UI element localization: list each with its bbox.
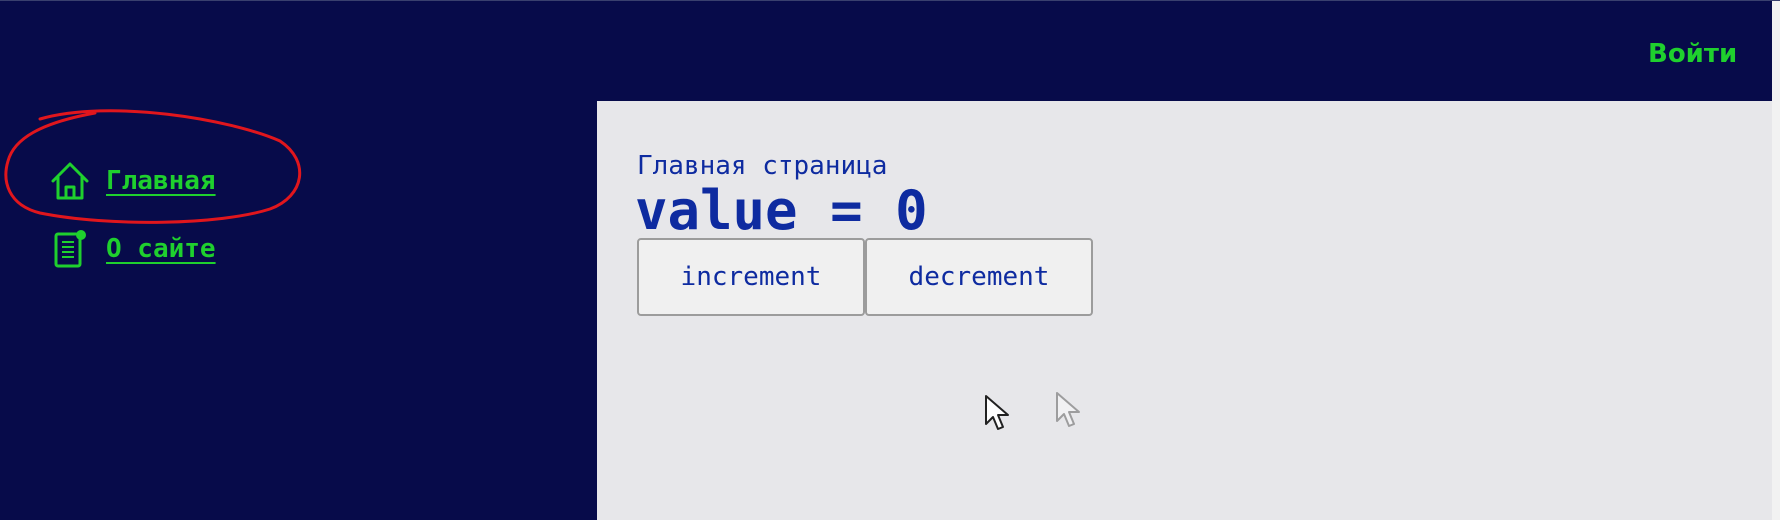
document-icon: [50, 228, 90, 270]
login-link[interactable]: Войти: [1648, 39, 1737, 69]
page-title: Главная страница: [637, 151, 888, 181]
window-edge: [1772, 1, 1780, 520]
button-row: increment decrement: [637, 238, 1093, 316]
app-window: Войти Главная О сайте Главная страница v…: [0, 0, 1780, 520]
counter-value: value = 0: [635, 179, 928, 242]
mouse-cursor-ghost-icon: [1056, 392, 1080, 427]
sidebar-item-label: Главная: [106, 166, 216, 196]
sidebar-item-about[interactable]: О сайте: [50, 224, 216, 274]
home-icon: [50, 160, 90, 202]
decrement-button[interactable]: decrement: [865, 238, 1093, 316]
mouse-cursor-icon: [985, 395, 1009, 430]
main-panel: Главная страница value = 0 increment dec…: [597, 101, 1772, 520]
sidebar-item-home[interactable]: Главная: [50, 156, 216, 206]
increment-button[interactable]: increment: [637, 238, 865, 316]
sidebar-nav: Главная О сайте: [50, 156, 216, 292]
sidebar-item-label: О сайте: [106, 234, 216, 264]
